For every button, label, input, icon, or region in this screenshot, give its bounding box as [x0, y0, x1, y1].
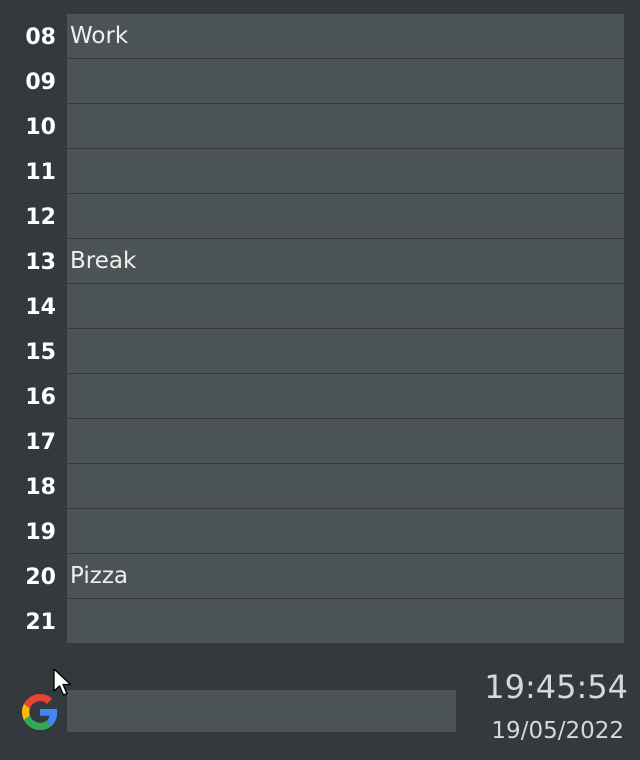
- hour-entry-field[interactable]: [67, 599, 624, 643]
- hour-entry-field[interactable]: [67, 464, 624, 508]
- hour-label: 14: [25, 295, 56, 320]
- hour-label: 17: [25, 430, 56, 455]
- hour-label: 09: [25, 70, 56, 95]
- hour-entry-field[interactable]: [67, 374, 624, 418]
- hour-planner: 08 09 10 11 12 13 14 15 16 17 18 19: [0, 14, 640, 644]
- planner-row-19: 19: [0, 509, 640, 553]
- planner-row-17: 17: [0, 419, 640, 463]
- hour-label: 10: [25, 115, 56, 140]
- hour-label: 18: [25, 475, 56, 500]
- hour-label: 13: [25, 250, 56, 275]
- planner-row-12: 12: [0, 194, 640, 238]
- hour-label: 21: [25, 610, 56, 635]
- hour-entry-field[interactable]: [67, 104, 624, 148]
- clock-time: 19:45:54: [484, 668, 628, 706]
- planner-row-21: 21: [0, 599, 640, 643]
- hour-label: 19: [25, 520, 56, 545]
- search-input[interactable]: [67, 690, 456, 732]
- planner-row-11: 11: [0, 149, 640, 193]
- planner-row-14: 14: [0, 284, 640, 328]
- hour-label: 11: [25, 160, 56, 185]
- hour-entry-field[interactable]: [67, 194, 624, 238]
- hour-label: 16: [25, 385, 56, 410]
- hour-entry-field[interactable]: [67, 14, 624, 58]
- planner-row-15: 15: [0, 329, 640, 373]
- planner-row-08: 08: [0, 14, 640, 58]
- hour-entry-field[interactable]: [67, 149, 624, 193]
- hour-label: 15: [25, 340, 56, 365]
- hour-entry-field[interactable]: [67, 554, 624, 598]
- planner-row-10: 10: [0, 104, 640, 148]
- planner-row-18: 18: [0, 464, 640, 508]
- clock-date: 19/05/2022: [491, 718, 624, 744]
- hour-label: 08: [25, 25, 56, 50]
- hour-label: 20: [25, 565, 56, 590]
- planner-row-16: 16: [0, 374, 640, 418]
- hour-entry-field[interactable]: [67, 329, 624, 373]
- hour-entry-field[interactable]: [67, 284, 624, 328]
- hour-label: 12: [25, 205, 56, 230]
- planner-row-09: 09: [0, 59, 640, 103]
- hour-entry-field[interactable]: [67, 239, 624, 283]
- hour-entry-field[interactable]: [67, 59, 624, 103]
- planner-row-20: 20: [0, 554, 640, 598]
- mouse-pointer-icon: [53, 668, 72, 696]
- planner-row-13: 13: [0, 239, 640, 283]
- google-g-icon[interactable]: [22, 694, 58, 730]
- hour-entry-field[interactable]: [67, 509, 624, 553]
- hour-entry-field[interactable]: [67, 419, 624, 463]
